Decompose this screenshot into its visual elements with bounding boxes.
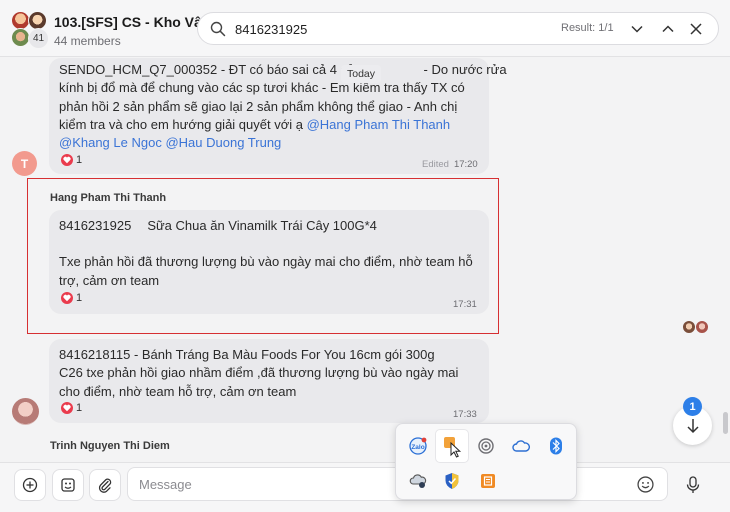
mention-link[interactable]: @Khang Le Ngoc: [59, 135, 162, 150]
reaction-count: 1: [76, 402, 83, 414]
sticker-icon: [61, 478, 75, 492]
message-time: 17:31: [453, 299, 477, 310]
search-prev-button[interactable]: [657, 18, 679, 40]
message-line: 8416218115 - Bánh Tráng Ba Màu Foods For…: [59, 347, 435, 362]
close-icon: [690, 23, 702, 35]
system-tray-popup: Zalo: [395, 423, 577, 500]
sticker-button[interactable]: [52, 469, 84, 501]
avatar: [682, 320, 696, 334]
search-input[interactable]: [235, 19, 515, 39]
message-text: SENDO_HCM_Q7_000352 - ĐT có báo sai cả 4…: [59, 61, 507, 152]
security-shield-icon[interactable]: [440, 469, 464, 493]
pointer-app-icon[interactable]: [436, 430, 468, 462]
orange-app-icon[interactable]: [476, 469, 500, 493]
product-name: Sữa Chua ăn Vinamilk Trái Cây 100G*4: [147, 218, 377, 233]
mention-link[interactable]: @Hau Duong Trung: [165, 135, 281, 150]
search-result-count: Result: 1/1: [561, 22, 614, 34]
mention-link[interactable]: @Hang Pham Thi Thanh: [307, 117, 451, 132]
reaction-count: 1: [76, 292, 83, 304]
voice-button[interactable]: [677, 469, 709, 501]
heart-icon: [61, 402, 73, 414]
search-next-button[interactable]: [626, 18, 648, 40]
microphone-icon: [686, 476, 700, 493]
svg-text:Zalo: Zalo: [411, 444, 424, 451]
message-bubble[interactable]: SENDO_HCM_Q7_000352 - ĐT có báo sai cả 4…: [49, 58, 507, 174]
message-line: kiểm tra và cho em hướng giải quyết với …: [59, 116, 307, 132]
message-line: cho điểm, nhờ team hỗ trợ, cảm ơn team: [59, 383, 297, 399]
message-bubble[interactable]: 8416231925 Sữa Chua ăn Vinamilk Trái Cây …: [49, 210, 489, 314]
date-divider: Today: [341, 65, 382, 83]
heart-icon: [61, 292, 73, 304]
close-search-button[interactable]: [685, 18, 707, 40]
group-name[interactable]: 103.[SFS] CS - Kho Vận: [54, 14, 210, 30]
emoji-icon[interactable]: [637, 476, 654, 493]
onedrive-icon[interactable]: [509, 434, 533, 458]
reaction-count: 1: [76, 154, 83, 166]
message-bubble[interactable]: 8416218115 - Bánh Tráng Ba Màu Foods For…: [49, 339, 489, 423]
reaction-badge[interactable]: 1: [61, 292, 82, 304]
search-icon: [210, 21, 226, 37]
message-list[interactable]: SENDO_HCM_Q7_000352 - ĐT có báo sai cả 4…: [0, 58, 730, 462]
paperclip-icon: [98, 478, 112, 493]
avatar[interactable]: [12, 398, 39, 425]
message-line: Txe phản hồi đã thương lượng bù vào ngày…: [59, 254, 473, 270]
message-time: Edited 17:20: [422, 159, 478, 170]
search-bar: Result: 1/1: [197, 12, 719, 45]
message-line: C26 txe phản hồi giao nhầm điểm ,đã thươ…: [59, 365, 459, 381]
message-line: SENDO_HCM_Q7_000352 - ĐT có báo sai cả 4…: [59, 62, 355, 77]
attach-button[interactable]: [89, 469, 121, 501]
add-button[interactable]: [14, 469, 46, 501]
chat-header: 41 103.[SFS] CS - Kho Vận 44 members Res…: [0, 0, 730, 57]
arrow-down-icon: [686, 418, 699, 433]
message-line: phản hồi 2 sản phẩm sẽ giao lại 2 sản ph…: [59, 98, 458, 114]
vpn-cloud-icon[interactable]: [406, 469, 430, 493]
sender-name[interactable]: Hang Pham Thi Thanh: [50, 192, 166, 204]
chat-window: 41 103.[SFS] CS - Kho Vận 44 members Res…: [0, 0, 730, 512]
chevron-down-icon: [631, 25, 643, 33]
message-text: 8416218115 - Bánh Tráng Ba Màu Foods For…: [59, 346, 484, 401]
plus-circle-icon: [22, 477, 38, 493]
message-text: 8416231925 Sữa Chua ăn Vinamilk Trái Cây …: [59, 217, 484, 290]
message-line: - Do nước rửa: [423, 62, 507, 77]
unread-badge: 1: [683, 397, 702, 416]
zalo-icon[interactable]: Zalo: [406, 434, 430, 458]
fingerprint-icon[interactable]: [474, 434, 498, 458]
message-line: trợ, cảm ơn team: [59, 272, 160, 288]
member-count[interactable]: 44 members: [54, 34, 121, 48]
edited-label: Edited: [422, 159, 449, 170]
chevron-up-icon: [662, 25, 674, 33]
bluetooth-icon[interactable]: [544, 434, 568, 458]
reaction-badge[interactable]: 1: [61, 402, 82, 414]
order-code: 8416231925: [59, 218, 132, 233]
avatar[interactable]: T: [12, 151, 37, 176]
message-time: 17:33: [453, 409, 477, 420]
scrollbar[interactable]: [723, 412, 728, 434]
sender-name[interactable]: Trinh Nguyen Thi Diem: [50, 440, 170, 452]
message-line: kính bị đổ mà để chung vào các sp tươi k…: [59, 80, 465, 96]
composer-bar: [0, 462, 730, 512]
avatar: [695, 320, 709, 334]
seen-avatars[interactable]: [682, 320, 710, 334]
member-count-badge: 41: [28, 28, 49, 49]
heart-icon: [61, 154, 73, 166]
group-avatar[interactable]: 41: [11, 11, 49, 49]
reaction-badge[interactable]: 1: [61, 154, 82, 166]
